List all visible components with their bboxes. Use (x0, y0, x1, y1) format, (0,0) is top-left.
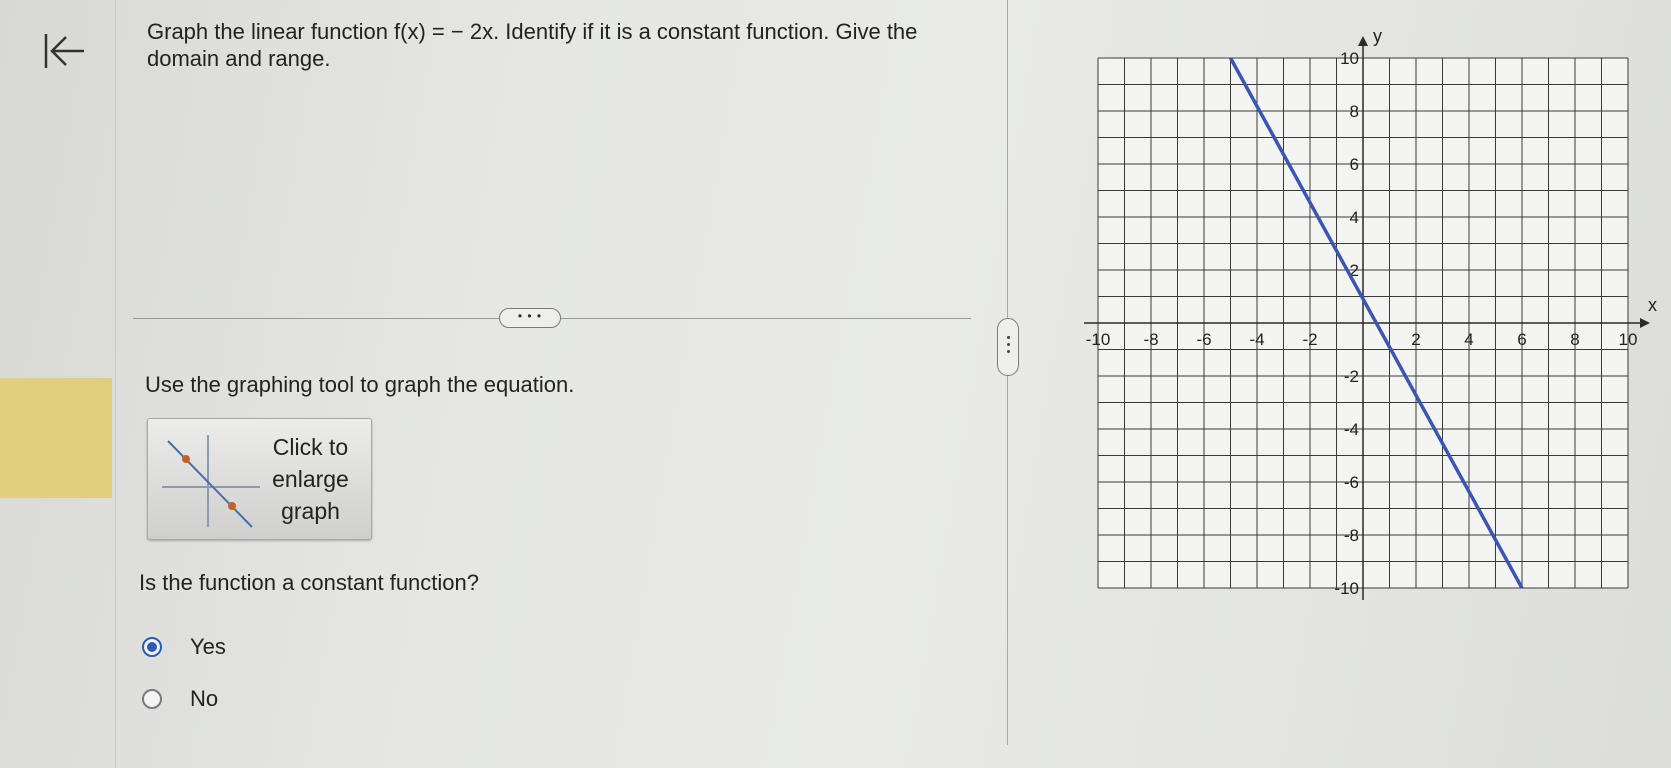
back-to-first-button[interactable] (40, 28, 86, 74)
y-tick-label: 6 (1350, 155, 1359, 174)
radio-yes[interactable] (142, 637, 162, 657)
x-axis-label: x (1648, 295, 1657, 315)
x-tick-label: -8 (1143, 330, 1158, 349)
coordinate-graph[interactable]: xy-10 -8 -6 -4 -2 2 4 6 8 10108642-2-4-6-8-10 (1060, 20, 1660, 600)
expand-divider-button[interactable]: • • • (499, 308, 561, 328)
option-yes[interactable]: Yes (142, 634, 226, 660)
x-tick-label: -2 (1302, 330, 1317, 349)
left-rail (0, 0, 116, 768)
y-axis-label: y (1373, 26, 1382, 46)
panel-resize-handle[interactable] (997, 318, 1019, 376)
y-tick-label: -4 (1344, 420, 1359, 439)
progress-marker (0, 378, 112, 498)
x-axis-arrow-icon (1640, 318, 1650, 328)
option-no[interactable]: No (142, 686, 218, 712)
x-tick-label: -4 (1249, 330, 1264, 349)
y-tick-label: 8 (1350, 102, 1359, 121)
question-text: Graph the linear function f(x) = − 2x. I… (147, 19, 918, 71)
x-tick-label: -10 (1086, 330, 1111, 349)
y-tick-label: 4 (1350, 208, 1359, 227)
first-page-arrow-icon (44, 34, 84, 68)
radio-no[interactable] (142, 689, 162, 709)
option-no-label: No (190, 686, 219, 711)
x-tick-label: 8 (1570, 330, 1579, 349)
graph-thumbnail-icon (162, 435, 260, 528)
x-tick-label: 2 (1411, 330, 1420, 349)
option-yes-label: Yes (190, 634, 226, 659)
y-axis-arrow-icon (1358, 36, 1368, 46)
graph-instruction: Use the graphing tool to graph the equat… (145, 372, 575, 397)
y-tick-label: -6 (1344, 473, 1359, 492)
y-tick-label: -8 (1344, 526, 1359, 545)
enlarge-graph-label: Click to enlarge graph (272, 434, 349, 524)
x-tick-label: 10 (1619, 330, 1638, 349)
y-tick-label: 10 (1340, 49, 1359, 68)
x-tick-label: -6 (1196, 330, 1211, 349)
y-tick-label: -10 (1334, 579, 1359, 598)
y-tick-label: -2 (1344, 367, 1359, 386)
x-tick-label: 4 (1464, 330, 1473, 349)
x-tick-label: 6 (1517, 330, 1526, 349)
vertical-ellipsis-icon (998, 319, 1018, 353)
constant-function-question: Is the function a constant function? (139, 570, 480, 595)
enlarge-graph-button[interactable]: Click to enlarge graph (147, 418, 372, 540)
